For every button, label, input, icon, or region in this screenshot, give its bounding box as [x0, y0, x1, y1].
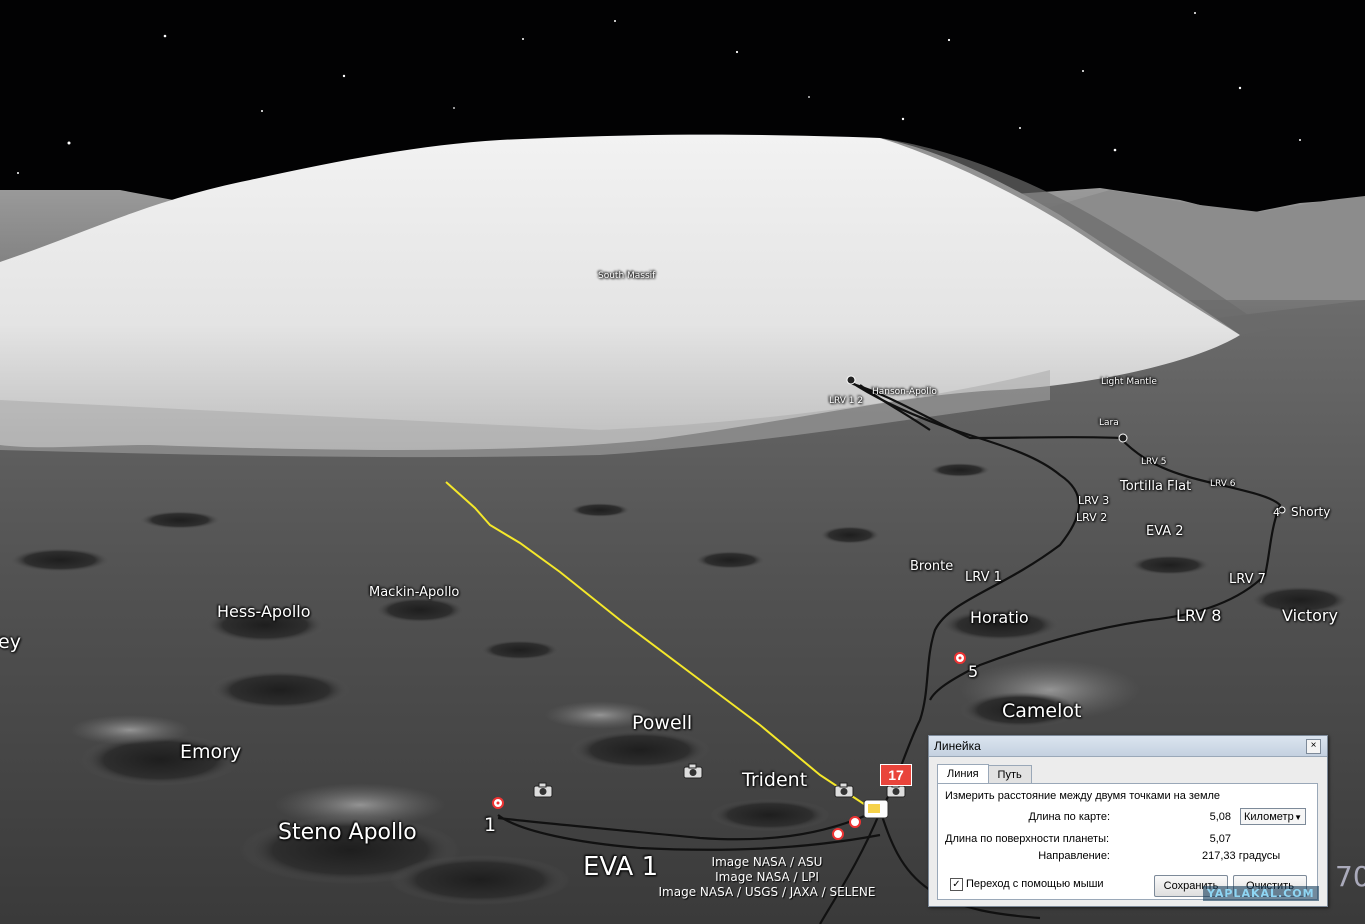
ruler-dialog: Линейка × Линия Путь Измерить расстояние … [928, 735, 1328, 907]
label-lara[interactable]: Lara [1099, 418, 1119, 428]
close-icon[interactable]: × [1306, 739, 1321, 754]
label-lrv-2[interactable]: LRV 2 [1076, 511, 1107, 524]
label-steno-apollo[interactable]: Steno Apollo [278, 820, 417, 845]
label-eva-2[interactable]: EVA 2 [1146, 524, 1184, 539]
photo-camera-icon[interactable] [533, 782, 553, 798]
ruler-titlebar[interactable]: Линейка × [929, 736, 1327, 757]
label-station-5[interactable]: 5 [968, 662, 978, 681]
credit-line: Image NASA / USGS / JAXA / SELENE [658, 885, 876, 899]
label-lrv-8[interactable]: LRV 8 [1176, 606, 1221, 625]
ruler-panel: Измерить расстояние между двумя точками … [937, 783, 1318, 900]
label-lrv-1[interactable]: LRV 1 [965, 570, 1002, 585]
label-emory[interactable]: Emory [180, 741, 241, 763]
label-shorty[interactable]: Shorty [1291, 505, 1330, 519]
photo-camera-icon[interactable] [834, 782, 854, 798]
label-lrv-5[interactable]: LRV 5 [1141, 457, 1167, 467]
label-mackin-apollo[interactable]: Mackin-Apollo [369, 585, 459, 600]
label-lrv-7[interactable]: LRV 7 [1229, 572, 1266, 587]
heading-label: Направление: [1038, 850, 1110, 862]
heading-value: 217,33 градусы [1202, 850, 1281, 862]
ruler-description: Измерить расстояние между двумя точками … [945, 790, 1221, 802]
label-camelot[interactable]: Camelot [1002, 700, 1081, 722]
tab-line[interactable]: Линия [937, 764, 989, 785]
mouse-navigation-checkbox[interactable]: ✓ [950, 878, 963, 891]
credit-line: Image NASA / ASU [711, 855, 823, 869]
lander-icon[interactable] [863, 799, 889, 819]
label-powell[interactable]: Powell [632, 712, 692, 734]
tab-path[interactable]: Путь [987, 765, 1032, 784]
label-trident[interactable]: Trident [742, 769, 807, 791]
imagery-credits: Image NASA / ASU Image NASA / LPI Image … [640, 855, 894, 900]
ruler-tabs: Линия Путь [937, 763, 1032, 785]
label-station-1[interactable]: 1 [484, 814, 496, 836]
label-cut-off[interactable]: ey [0, 631, 21, 653]
label-lrv-3[interactable]: LRV 3 [1078, 494, 1109, 507]
label-lrv-1-2[interactable]: LRV 1 2 [829, 396, 863, 406]
ruler-title: Линейка [934, 739, 981, 753]
surface-length-label: Длина по поверхности планеты: [945, 833, 1110, 845]
label-tortilla-flat[interactable]: Tortilla Flat [1120, 479, 1191, 494]
chevron-down-icon: ▼ [1294, 813, 1302, 822]
site-watermark: YAPLAKAL.COM [1203, 886, 1319, 901]
map-length-label: Длина по карте: [1028, 811, 1110, 823]
navigation-indicator: 70 [1335, 860, 1365, 893]
label-victory[interactable]: Victory [1282, 606, 1338, 625]
unit-select-value: Километр [1244, 811, 1294, 823]
label-horatio[interactable]: Horatio [970, 608, 1029, 627]
unit-select[interactable]: Километр ▼ [1240, 808, 1306, 825]
credit-line: Image NASA / LPI [715, 870, 819, 884]
label-hess-apollo[interactable]: Hess-Apollo [217, 602, 311, 621]
map-length-value: 5,08 [1209, 811, 1231, 823]
label-south-massif[interactable]: South Massif [598, 271, 655, 281]
label-station-4[interactable]: 4 [1273, 506, 1280, 519]
apollo-17-badge[interactable]: 17 [880, 764, 912, 786]
surface-length-value: 5,07 [1209, 833, 1231, 845]
label-hanson-apollo[interactable]: Hanson-Apollo [872, 387, 937, 397]
photo-camera-icon[interactable] [683, 763, 703, 779]
mouse-navigation-label: Переход с помощью мыши [966, 878, 1104, 890]
label-bronte[interactable]: Bronte [910, 559, 953, 574]
label-light-mantle[interactable]: Light Mantle [1101, 377, 1157, 387]
label-lrv-6[interactable]: LRV 6 [1210, 479, 1236, 489]
